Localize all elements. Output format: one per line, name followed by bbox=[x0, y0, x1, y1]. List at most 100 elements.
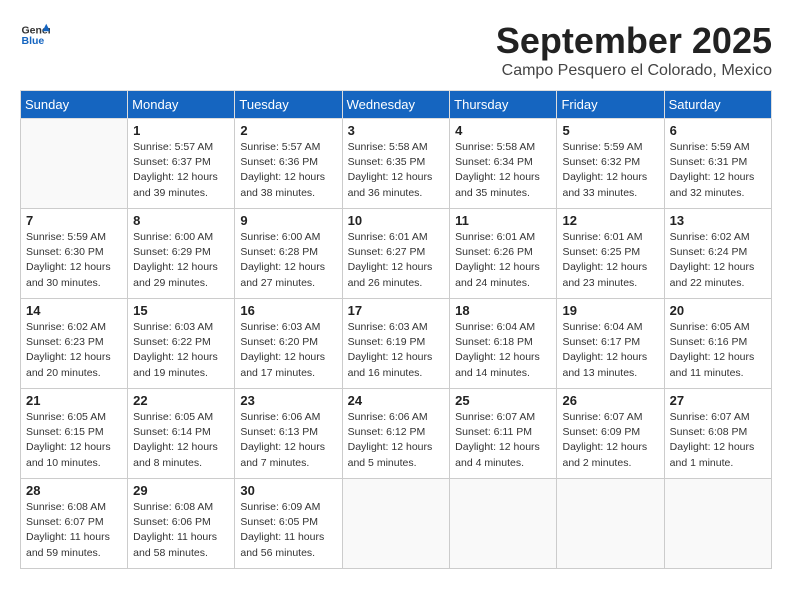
calendar-table: SundayMondayTuesdayWednesdayThursdayFrid… bbox=[20, 90, 772, 569]
day-info: Sunrise: 6:01 AM Sunset: 6:26 PM Dayligh… bbox=[455, 230, 551, 291]
day-info: Sunrise: 6:03 AM Sunset: 6:22 PM Dayligh… bbox=[133, 320, 229, 381]
calendar-cell: 1 Sunrise: 5:57 AM Sunset: 6:37 PM Daylig… bbox=[128, 119, 235, 209]
day-info: Sunrise: 6:08 AM Sunset: 6:07 PM Dayligh… bbox=[26, 500, 122, 561]
calendar-cell bbox=[342, 479, 450, 569]
day-info: Sunrise: 6:09 AM Sunset: 6:05 PM Dayligh… bbox=[240, 500, 336, 561]
svg-text:Blue: Blue bbox=[22, 35, 45, 47]
calendar-cell: 24 Sunrise: 6:06 AM Sunset: 6:12 PM Dayli… bbox=[342, 389, 450, 479]
day-info: Sunrise: 6:03 AM Sunset: 6:19 PM Dayligh… bbox=[348, 320, 445, 381]
day-header-thursday: Thursday bbox=[450, 91, 557, 119]
day-number: 28 bbox=[26, 483, 122, 498]
day-info: Sunrise: 6:00 AM Sunset: 6:29 PM Dayligh… bbox=[133, 230, 229, 291]
day-number: 15 bbox=[133, 303, 229, 318]
title-area: September 2025 Campo Pesquero el Colorad… bbox=[496, 20, 772, 80]
day-number: 23 bbox=[240, 393, 336, 408]
calendar-cell: 23Sunrise: 6:06 AM Sunset: 6:13 PM Dayli… bbox=[235, 389, 342, 479]
day-number: 17 bbox=[348, 303, 445, 318]
day-info: Sunrise: 5:58 AM Sunset: 6:35 PM Dayligh… bbox=[348, 140, 445, 201]
month-title: September 2025 bbox=[496, 20, 772, 62]
day-number: 19 bbox=[562, 303, 658, 318]
day-info: Sunrise: 6:07 AM Sunset: 6:09 PM Dayligh… bbox=[562, 410, 658, 471]
day-info: Sunrise: 5:59 AM Sunset: 6:32 PM Dayligh… bbox=[562, 140, 658, 201]
day-number: 10 bbox=[348, 213, 445, 228]
day-info: Sunrise: 6:06 AM Sunset: 6:12 PM Dayligh… bbox=[348, 410, 445, 471]
day-number: 11 bbox=[455, 213, 551, 228]
subtitle: Campo Pesquero el Colorado, Mexico bbox=[496, 62, 772, 80]
calendar-cell: 21 Sunrise: 6:05 AM Sunset: 6:15 PM Dayli… bbox=[21, 389, 128, 479]
calendar-cell: 11 Sunrise: 6:01 AM Sunset: 6:26 PM Dayli… bbox=[450, 209, 557, 299]
day-number: 21 bbox=[26, 393, 122, 408]
calendar-cell: 19 Sunrise: 6:04 AM Sunset: 6:17 PM Dayli… bbox=[557, 299, 664, 389]
day-number: 30 bbox=[240, 483, 336, 498]
day-info: Sunrise: 5:59 AM Sunset: 6:31 PM Dayligh… bbox=[670, 140, 766, 201]
calendar-cell: 16Sunrise: 6:03 AM Sunset: 6:20 PM Dayli… bbox=[235, 299, 342, 389]
day-number: 5 bbox=[562, 123, 658, 138]
calendar-cell: 13Sunrise: 6:02 AM Sunset: 6:24 PM Dayli… bbox=[664, 209, 771, 299]
day-info: Sunrise: 6:08 AM Sunset: 6:06 PM Dayligh… bbox=[133, 500, 229, 561]
day-header-sunday: Sunday bbox=[21, 91, 128, 119]
day-info: Sunrise: 6:01 AM Sunset: 6:27 PM Dayligh… bbox=[348, 230, 445, 291]
day-number: 29 bbox=[133, 483, 229, 498]
calendar-cell: 3 Sunrise: 5:58 AM Sunset: 6:35 PM Daylig… bbox=[342, 119, 450, 209]
calendar-cell: 6 Sunrise: 5:59 AM Sunset: 6:31 PM Daylig… bbox=[664, 119, 771, 209]
day-info: Sunrise: 6:05 AM Sunset: 6:14 PM Dayligh… bbox=[133, 410, 229, 471]
day-header-saturday: Saturday bbox=[664, 91, 771, 119]
logo: General Blue bbox=[20, 20, 50, 50]
calendar-cell bbox=[664, 479, 771, 569]
day-header-monday: Monday bbox=[128, 91, 235, 119]
day-info: Sunrise: 6:07 AM Sunset: 6:08 PM Dayligh… bbox=[670, 410, 766, 471]
day-number: 3 bbox=[348, 123, 445, 138]
calendar-cell: 14 Sunrise: 6:02 AM Sunset: 6:23 PM Dayli… bbox=[21, 299, 128, 389]
day-info: Sunrise: 6:07 AM Sunset: 6:11 PM Dayligh… bbox=[455, 410, 551, 471]
day-header-wednesday: Wednesday bbox=[342, 91, 450, 119]
calendar-cell: 4Sunrise: 5:58 AM Sunset: 6:34 PM Daylig… bbox=[450, 119, 557, 209]
day-number: 8 bbox=[133, 213, 229, 228]
day-info: Sunrise: 6:01 AM Sunset: 6:25 PM Dayligh… bbox=[562, 230, 658, 291]
calendar-cell bbox=[21, 119, 128, 209]
day-number: 25 bbox=[455, 393, 551, 408]
day-number: 12 bbox=[562, 213, 658, 228]
calendar-cell: 17 Sunrise: 6:03 AM Sunset: 6:19 PM Dayli… bbox=[342, 299, 450, 389]
day-info: Sunrise: 6:00 AM Sunset: 6:28 PM Dayligh… bbox=[240, 230, 336, 291]
day-header-tuesday: Tuesday bbox=[235, 91, 342, 119]
day-number: 22 bbox=[133, 393, 229, 408]
day-info: Sunrise: 6:02 AM Sunset: 6:23 PM Dayligh… bbox=[26, 320, 122, 381]
day-info: Sunrise: 5:57 AM Sunset: 6:36 PM Dayligh… bbox=[240, 140, 336, 201]
day-number: 14 bbox=[26, 303, 122, 318]
calendar-cell: 30 Sunrise: 6:09 AM Sunset: 6:05 PM Dayli… bbox=[235, 479, 342, 569]
day-number: 18 bbox=[455, 303, 551, 318]
calendar-cell: 7 Sunrise: 5:59 AM Sunset: 6:30 PM Daylig… bbox=[21, 209, 128, 299]
calendar-cell: 20 Sunrise: 6:05 AM Sunset: 6:16 PM Dayli… bbox=[664, 299, 771, 389]
day-number: 1 bbox=[133, 123, 229, 138]
day-info: Sunrise: 6:05 AM Sunset: 6:16 PM Dayligh… bbox=[670, 320, 766, 381]
calendar-cell bbox=[450, 479, 557, 569]
day-number: 7 bbox=[26, 213, 122, 228]
day-number: 6 bbox=[670, 123, 766, 138]
calendar-cell: 9Sunrise: 6:00 AM Sunset: 6:28 PM Daylig… bbox=[235, 209, 342, 299]
calendar-cell: 5 Sunrise: 5:59 AM Sunset: 6:32 PM Daylig… bbox=[557, 119, 664, 209]
calendar-cell: 15 Sunrise: 6:03 AM Sunset: 6:22 PM Dayli… bbox=[128, 299, 235, 389]
day-number: 20 bbox=[670, 303, 766, 318]
day-header-friday: Friday bbox=[557, 91, 664, 119]
calendar-cell: 8 Sunrise: 6:00 AM Sunset: 6:29 PM Daylig… bbox=[128, 209, 235, 299]
day-number: 2 bbox=[240, 123, 336, 138]
day-info: Sunrise: 5:59 AM Sunset: 6:30 PM Dayligh… bbox=[26, 230, 122, 291]
calendar-cell: 2 Sunrise: 5:57 AM Sunset: 6:36 PM Daylig… bbox=[235, 119, 342, 209]
calendar-cell: 29 Sunrise: 6:08 AM Sunset: 6:06 PM Dayli… bbox=[128, 479, 235, 569]
day-number: 26 bbox=[562, 393, 658, 408]
day-info: Sunrise: 6:04 AM Sunset: 6:17 PM Dayligh… bbox=[562, 320, 658, 381]
calendar-cell: 25 Sunrise: 6:07 AM Sunset: 6:11 PM Dayli… bbox=[450, 389, 557, 479]
day-number: 13 bbox=[670, 213, 766, 228]
day-number: 24 bbox=[348, 393, 445, 408]
calendar-cell: 28 Sunrise: 6:08 AM Sunset: 6:07 PM Dayli… bbox=[21, 479, 128, 569]
day-info: Sunrise: 6:04 AM Sunset: 6:18 PM Dayligh… bbox=[455, 320, 551, 381]
day-info: Sunrise: 5:58 AM Sunset: 6:34 PM Dayligh… bbox=[455, 140, 551, 201]
day-info: Sunrise: 6:05 AM Sunset: 6:15 PM Dayligh… bbox=[26, 410, 122, 471]
header: General Blue September 2025 Campo Pesque… bbox=[20, 20, 772, 80]
calendar-cell: 12 Sunrise: 6:01 AM Sunset: 6:25 PM Dayli… bbox=[557, 209, 664, 299]
calendar-cell: 22 Sunrise: 6:05 AM Sunset: 6:14 PM Dayli… bbox=[128, 389, 235, 479]
calendar-cell: 10 Sunrise: 6:01 AM Sunset: 6:27 PM Dayli… bbox=[342, 209, 450, 299]
day-info: Sunrise: 5:57 AM Sunset: 6:37 PM Dayligh… bbox=[133, 140, 229, 201]
day-number: 16 bbox=[240, 303, 336, 318]
calendar-cell: 27Sunrise: 6:07 AM Sunset: 6:08 PM Dayli… bbox=[664, 389, 771, 479]
